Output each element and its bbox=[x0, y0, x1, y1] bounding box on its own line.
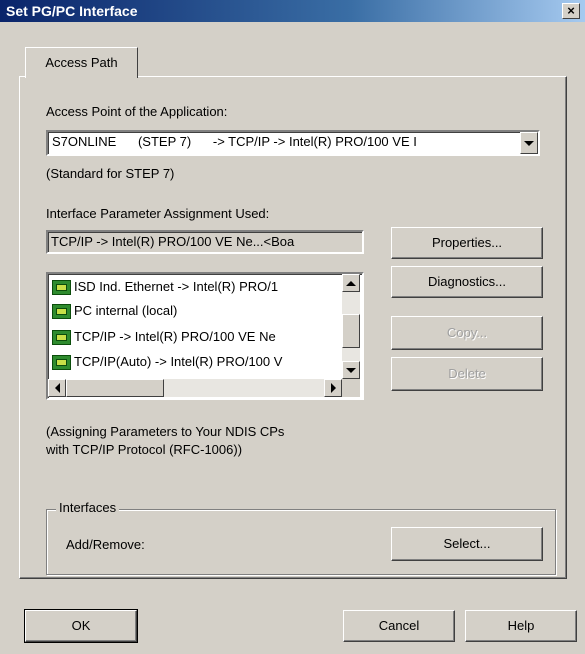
scroll-thumb[interactable] bbox=[66, 379, 164, 397]
window-title: Set PG/PC Interface bbox=[6, 3, 138, 19]
horizontal-scrollbar[interactable] bbox=[48, 379, 342, 397]
scroll-left-button[interactable] bbox=[48, 379, 66, 397]
list-item[interactable]: PC internal (local) bbox=[48, 300, 340, 322]
cancel-button-label: Cancel bbox=[378, 618, 420, 633]
access-point-dropdown[interactable]: S7ONLINE (STEP 7) -> TCP/IP -> Intel(R) … bbox=[46, 130, 540, 156]
network-adapter-icon bbox=[52, 355, 71, 371]
title-bar: Set PG/PC Interface × bbox=[0, 0, 585, 22]
current-interface-value: TCP/IP -> Intel(R) PRO/100 VE Ne...<Boa bbox=[51, 234, 295, 249]
add-remove-label: Add/Remove: bbox=[66, 537, 145, 552]
cancel-button[interactable]: Cancel bbox=[343, 610, 455, 642]
current-interface-field: TCP/IP -> Intel(R) PRO/100 VE Ne...<Boa bbox=[46, 230, 364, 254]
list-item-label: TCP/IP -> Intel(R) PRO/100 VE Ne bbox=[74, 329, 276, 344]
description-line-2: with TCP/IP Protocol (RFC-1006)) bbox=[46, 442, 243, 457]
access-point-note: (Standard for STEP 7) bbox=[46, 166, 175, 181]
arrow-up-icon bbox=[346, 280, 356, 286]
list-item[interactable]: TCP/IP -> Intel(R) PRO/100 VE Ne bbox=[48, 326, 340, 348]
interfaces-group-legend: Interfaces bbox=[56, 500, 120, 515]
network-adapter-icon bbox=[52, 304, 71, 320]
select-button[interactable]: Select... bbox=[391, 527, 543, 561]
scroll-up-button[interactable] bbox=[342, 274, 360, 292]
scroll-down-button[interactable] bbox=[342, 361, 360, 379]
network-adapter-icon bbox=[52, 330, 71, 346]
vertical-scrollbar[interactable] bbox=[342, 274, 360, 379]
list-item-label: PC internal (local) bbox=[74, 303, 178, 318]
chevron-down-icon bbox=[524, 140, 534, 146]
diagnostics-button-label: Diagnostics... bbox=[427, 274, 507, 289]
help-button[interactable]: Help bbox=[465, 610, 577, 642]
scroll-right-button[interactable] bbox=[324, 379, 342, 397]
diagnostics-button[interactable]: Diagnostics... bbox=[391, 266, 543, 298]
scroll-thumb[interactable] bbox=[342, 314, 360, 348]
copy-button-label: Copy... bbox=[446, 325, 488, 340]
tab-label: Access Path bbox=[45, 55, 118, 70]
tab-access-path[interactable]: Access Path bbox=[25, 47, 138, 78]
ok-button[interactable]: OK bbox=[24, 609, 138, 643]
list-item[interactable]: ISD Ind. Ethernet -> Intel(R) PRO/1 bbox=[48, 276, 340, 298]
interface-assignment-label: Interface Parameter Assignment Used: bbox=[46, 206, 270, 221]
interface-list[interactable]: ISD Ind. Ethernet -> Intel(R) PRO/1 PC i… bbox=[46, 272, 364, 400]
access-point-label: Access Point of the Application: bbox=[46, 104, 228, 119]
list-item[interactable]: TCP/IP(Auto) -> Intel(R) PRO/100 V bbox=[48, 351, 340, 373]
ok-button-label: OK bbox=[71, 618, 91, 633]
access-point-value: S7ONLINE (STEP 7) -> TCP/IP -> Intel(R) … bbox=[52, 134, 417, 149]
copy-button[interactable]: Copy... bbox=[391, 316, 543, 350]
list-item-label: ISD Ind. Ethernet -> Intel(R) PRO/1 bbox=[74, 279, 279, 294]
select-button-label: Select... bbox=[443, 536, 491, 551]
close-button[interactable]: × bbox=[562, 3, 580, 19]
help-button-label: Help bbox=[507, 618, 535, 633]
list-item-label: TCP/IP(Auto) -> Intel(R) PRO/100 V bbox=[74, 354, 283, 369]
network-adapter-icon bbox=[52, 280, 71, 296]
delete-button-label: Delete bbox=[448, 366, 486, 381]
delete-button[interactable]: Delete bbox=[391, 357, 543, 391]
properties-button[interactable]: Properties... bbox=[391, 227, 543, 259]
close-icon: × bbox=[567, 3, 575, 18]
properties-button-label: Properties... bbox=[431, 235, 503, 250]
scrollbar-corner bbox=[342, 379, 360, 397]
arrow-down-icon bbox=[346, 367, 356, 373]
dropdown-button[interactable] bbox=[520, 132, 538, 154]
arrow-right-icon bbox=[330, 383, 336, 393]
arrow-left-icon bbox=[54, 383, 60, 393]
description-line-1: (Assigning Parameters to Your NDIS CPs bbox=[46, 424, 285, 439]
